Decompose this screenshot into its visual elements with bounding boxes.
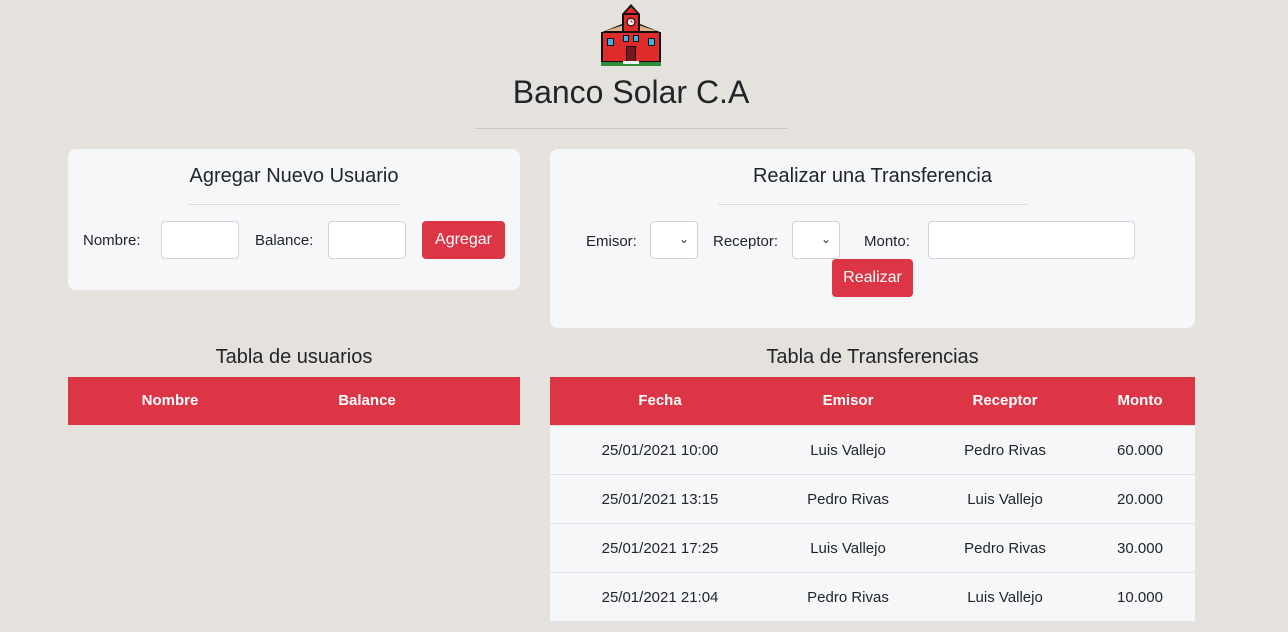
cell-date: 25/01/2021 21:04 <box>601 589 719 606</box>
cell-date: 25/01/2021 13:15 <box>601 491 719 508</box>
cell-amount: 30.000 <box>1117 540 1163 557</box>
title-divider <box>475 128 788 129</box>
cell-receiver: Luis Vallejo <box>967 491 1043 508</box>
table-row: 25/01/2021 13:15 Pedro Rivas Luis Vallej… <box>550 475 1195 524</box>
cell-receiver: Pedro Rivas <box>964 540 1046 557</box>
table-row: 25/01/2021 21:04 Pedro Rivas Luis Vallej… <box>550 573 1195 622</box>
balance-input[interactable] <box>328 221 406 259</box>
transfer-heading: Realizar una Transferencia <box>752 165 992 187</box>
table-row: 25/01/2021 17:25 Luis Vallejo Pedro Riva… <box>550 524 1195 573</box>
cell-amount: 60.000 <box>1117 442 1163 459</box>
users-table-header: Nombre Balance <box>68 377 520 425</box>
transfer-button[interactable]: Realizar <box>832 259 913 297</box>
add-user-card: Agregar Nuevo Usuario Nombre: Balance: A… <box>68 149 520 290</box>
sender-label: Emisor: <box>586 233 637 250</box>
cell-amount: 10.000 <box>1117 589 1163 606</box>
amount-input[interactable] <box>928 221 1135 259</box>
transfer-card: Realizar una Transferencia Emisor: ⌄ Rec… <box>550 149 1195 328</box>
add-user-heading: Agregar Nuevo Usuario <box>189 165 399 187</box>
receiver-select[interactable]: ⌄ <box>792 221 840 259</box>
add-user-button[interactable]: Agregar <box>422 221 505 259</box>
cell-receiver: Luis Vallejo <box>967 589 1043 606</box>
school-building-icon <box>601 4 661 66</box>
page-title: Banco Solar C.A <box>512 74 750 110</box>
table-row: 25/01/2021 10:00 Luis Vallejo Pedro Riva… <box>550 426 1195 475</box>
balance-label: Balance: <box>255 232 314 249</box>
card-divider <box>718 204 1027 205</box>
column-header-sender: Emisor <box>822 392 874 409</box>
cell-sender: Pedro Rivas <box>807 589 889 606</box>
sender-select[interactable]: ⌄ <box>650 221 698 259</box>
cell-receiver: Pedro Rivas <box>964 442 1046 459</box>
receiver-label: Receptor: <box>713 233 779 250</box>
name-label: Nombre: <box>83 232 141 249</box>
column-header-name: Nombre <box>141 392 199 409</box>
amount-label: Monto: <box>864 233 910 250</box>
chevron-down-icon: ⌄ <box>678 232 689 246</box>
card-divider <box>189 204 400 205</box>
cell-date: 25/01/2021 17:25 <box>601 540 719 557</box>
column-header-receiver: Receptor <box>972 392 1038 409</box>
column-header-amount: Monto <box>1117 392 1163 409</box>
transfers-table-title: Tabla de Transferencias <box>766 346 979 368</box>
users-table-title: Tabla de usuarios <box>215 346 373 368</box>
cell-amount: 20.000 <box>1117 491 1163 508</box>
name-input[interactable] <box>161 221 239 259</box>
column-header-date: Fecha <box>638 392 682 409</box>
column-header-balance: Balance <box>338 392 396 409</box>
transfers-table-header: Fecha Emisor Receptor Monto <box>550 377 1195 425</box>
page: Banco Solar C.A Agregar Nuevo Usuario No… <box>0 0 1288 632</box>
chevron-down-icon: ⌄ <box>820 232 831 246</box>
cell-sender: Luis Vallejo <box>810 540 886 557</box>
cell-date: 25/01/2021 10:00 <box>601 442 719 459</box>
cell-sender: Pedro Rivas <box>807 491 889 508</box>
cell-sender: Luis Vallejo <box>810 442 886 459</box>
